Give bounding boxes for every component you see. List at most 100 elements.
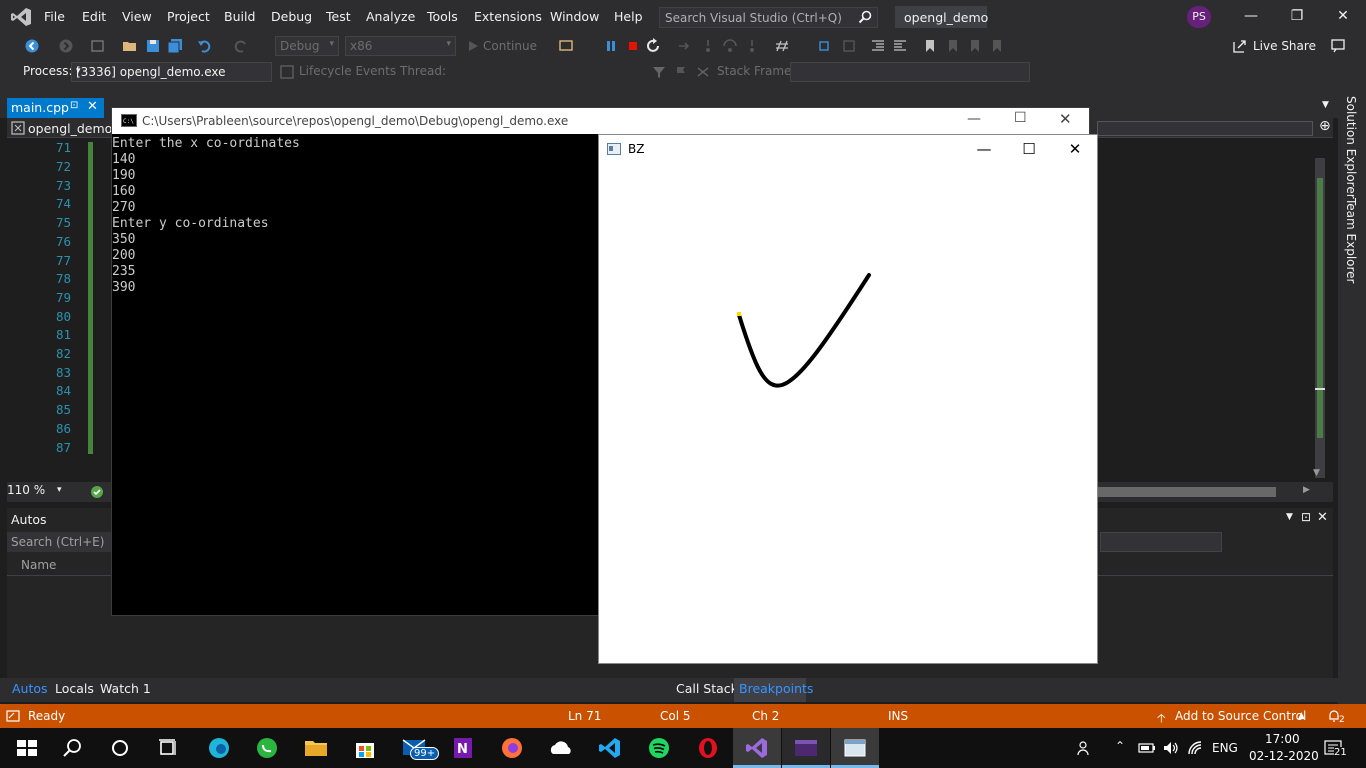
restore-button[interactable]: ❐ <box>1288 8 1306 26</box>
menu-analyze[interactable]: Analyze <box>366 9 415 24</box>
wifi-icon[interactable] <box>1187 740 1205 756</box>
forward-icon[interactable] <box>58 38 74 54</box>
feedback-icon[interactable] <box>1330 38 1346 54</box>
split-editor-icon[interactable]: ⊕ <box>1319 118 1331 134</box>
console-maximize-button[interactable]: ☐ <box>1014 110 1027 126</box>
clear-bookmarks-icon[interactable] <box>989 38 1005 54</box>
stack-frame-select[interactable] <box>790 62 1030 82</box>
search-depth-select[interactable] <box>1100 532 1222 552</box>
close-tab-icon[interactable]: ✕ <box>87 99 98 114</box>
edge-icon[interactable] <box>206 736 232 760</box>
whatsapp-icon[interactable] <box>254 736 280 760</box>
add-to-source-control-button[interactable]: Add to Source Control <box>1175 709 1306 723</box>
filter-icon[interactable] <box>652 65 666 79</box>
process-select[interactable]: [3336] opengl_demo.exe ▾ <box>71 62 272 82</box>
solution-platform-select[interactable]: x86 ▾ <box>345 36 456 56</box>
autos-search-input[interactable]: Search (Ctrl+E) <box>7 532 125 552</box>
onenote-icon[interactable]: N <box>450 736 476 760</box>
member-dropdown[interactable] <box>1097 121 1313 136</box>
bz-close-button[interactable]: ✕ <box>1065 140 1085 158</box>
live-share-button[interactable]: Live Share <box>1253 39 1316 53</box>
pin-icon[interactable]: ⊡ <box>70 100 78 111</box>
close-button[interactable]: ✕ <box>1334 8 1352 26</box>
tab-breakpoints[interactable]: Breakpoints <box>739 681 813 696</box>
menu-build[interactable]: Build <box>224 9 255 24</box>
menu-tools[interactable]: Tools <box>427 9 458 24</box>
nav-project-name[interactable]: opengl_demo <box>28 121 112 136</box>
continue-button[interactable]: Continue <box>483 39 537 53</box>
menu-project[interactable]: Project <box>167 9 210 24</box>
horizontal-scrollbar-thumb[interactable] <box>1098 487 1276 497</box>
tab-call-stack[interactable]: Call Stack <box>676 681 738 696</box>
no-issues-icon[interactable] <box>90 485 104 499</box>
thread-icon[interactable] <box>818 38 834 54</box>
next-bookmark-icon[interactable] <box>967 38 983 54</box>
hex-display-icon[interactable] <box>774 38 790 54</box>
restart-icon[interactable] <box>646 38 662 54</box>
menu-window[interactable]: Window <box>550 9 599 24</box>
app-window-icon[interactable] <box>842 736 868 760</box>
windows-start-icon[interactable] <box>14 736 40 760</box>
opera-icon[interactable] <box>695 736 721 760</box>
vscode-icon[interactable] <box>597 736 623 760</box>
console-close-button[interactable]: ✕ <box>1059 110 1072 128</box>
tab-main-cpp[interactable]: main.cpp ⊡ ✕ <box>7 98 104 118</box>
onedrive-icon[interactable] <box>548 736 574 760</box>
step-over-icon[interactable] <box>722 38 738 54</box>
input-language[interactable]: ENG <box>1212 741 1238 755</box>
visual-studio-logo-icon[interactable] <box>10 7 32 27</box>
menu-help[interactable]: Help <box>614 9 643 24</box>
task-view-icon[interactable] <box>155 736 181 760</box>
pause-icon[interactable] <box>603 38 619 54</box>
bz-window[interactable]: BZ — ☐ ✕ <box>598 134 1098 664</box>
menu-debug[interactable]: Debug <box>271 9 312 24</box>
show-hidden-icons-icon[interactable]: ⌃ <box>1115 739 1125 753</box>
column-name-header[interactable]: Name <box>21 558 56 572</box>
file-explorer-icon[interactable] <box>303 736 329 760</box>
lifecycle-events-button[interactable]: Lifecycle Events <box>299 64 396 78</box>
bz-minimize-button[interactable]: — <box>974 140 994 158</box>
console-title-bar[interactable]: C:\ C:\Users\Prableen\source\repos\openg… <box>112 108 1089 134</box>
vertical-scrollbar[interactable] <box>1315 158 1325 478</box>
search-input[interactable]: Search Visual Studio (Ctrl+Q) <box>659 7 878 28</box>
solution-config-select[interactable]: Debug ▾ <box>275 36 339 56</box>
prev-bookmark-icon[interactable] <box>945 38 961 54</box>
search-icon[interactable] <box>60 736 86 760</box>
scroll-right-icon[interactable]: ▶ <box>1303 485 1310 495</box>
stack-icon[interactable] <box>841 38 857 54</box>
menu-file[interactable]: File <box>44 9 65 24</box>
visual-studio-icon[interactable] <box>744 736 770 760</box>
console-minimize-button[interactable]: — <box>967 111 981 127</box>
tab-watch-1[interactable]: Watch 1 <box>100 681 151 696</box>
flag-icon[interactable] <box>674 65 688 79</box>
menu-test[interactable]: Test <box>326 9 351 24</box>
bz-maximize-button[interactable]: ☐ <box>1019 140 1039 158</box>
volume-icon[interactable] <box>1162 740 1180 756</box>
minimize-button[interactable]: — <box>1242 8 1260 26</box>
redo-icon[interactable] <box>232 38 248 54</box>
process-picker-icon[interactable] <box>558 38 574 54</box>
menu-extensions[interactable]: Extensions <box>474 9 542 24</box>
undo-icon[interactable] <box>197 38 213 54</box>
panel-pin-icon[interactable]: ⊡ <box>1301 510 1311 524</box>
firefox-icon[interactable] <box>499 736 525 760</box>
team-explorer-tab[interactable]: Team Explorer <box>1344 198 1358 284</box>
open-file-icon[interactable] <box>122 38 138 54</box>
bookmark-icon[interactable] <box>922 38 938 54</box>
continue-icon[interactable] <box>465 38 481 54</box>
back-icon[interactable] <box>24 38 40 54</box>
scroll-down-icon[interactable]: ▼ <box>1313 468 1320 478</box>
console-icon[interactable] <box>793 736 819 760</box>
tab-locals[interactable]: Locals <box>55 681 94 696</box>
cortana-icon[interactable] <box>107 736 133 760</box>
save-icon[interactable] <box>145 38 161 54</box>
panel-close-icon[interactable]: ✕ <box>1317 510 1328 525</box>
output-icon[interactable] <box>6 710 20 722</box>
avatar[interactable]: PS <box>1187 6 1211 28</box>
indent-icon[interactable] <box>892 38 908 54</box>
step-out-icon[interactable] <box>744 38 760 54</box>
tab-overflow-icon[interactable]: ▼ <box>1322 100 1329 110</box>
menu-view[interactable]: View <box>122 9 152 24</box>
stop-icon[interactable] <box>625 38 641 54</box>
show-next-statement-icon[interactable] <box>676 38 692 54</box>
